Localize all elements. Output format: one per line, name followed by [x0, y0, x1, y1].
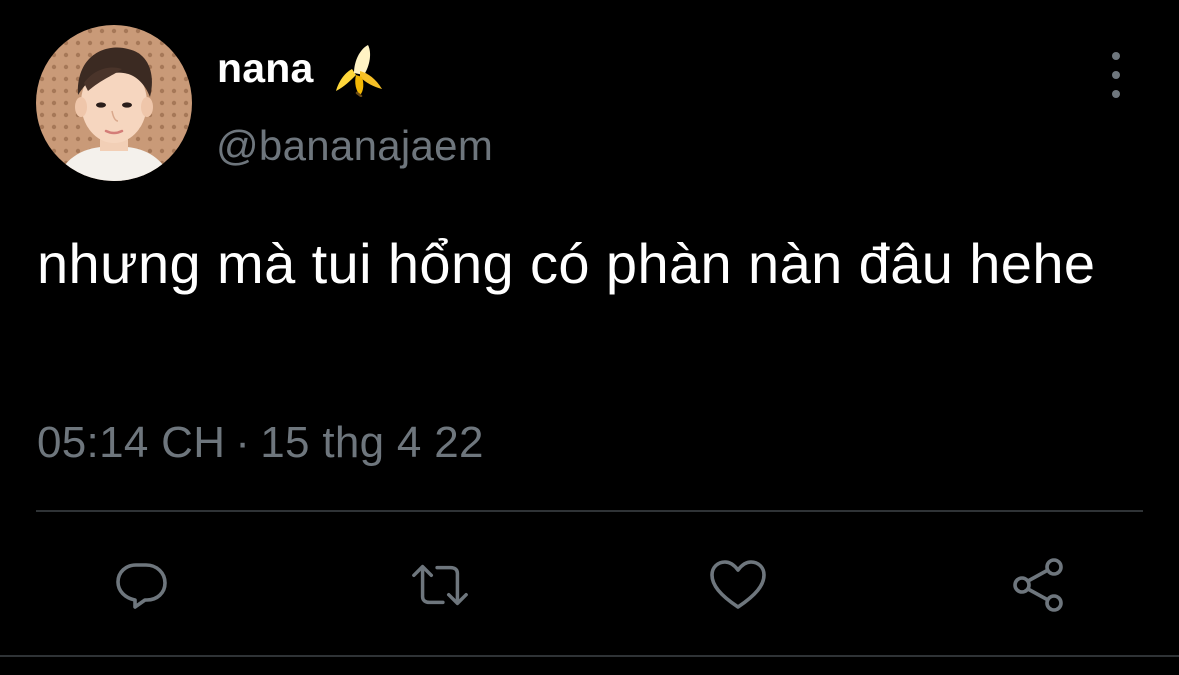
- more-dot: [1112, 71, 1120, 79]
- like-icon: [710, 560, 766, 609]
- tweet-text: nhưng mà tui hổng có phàn nàn đâu hehe: [37, 232, 1096, 295]
- reply-icon: [116, 563, 167, 609]
- retweet-icon: [412, 564, 468, 606]
- more-dot: [1112, 90, 1120, 98]
- more-dot: [1112, 52, 1120, 60]
- tweet-time: 05:14 CH: [37, 418, 226, 467]
- retweet-button[interactable]: [410, 555, 470, 615]
- display-name[interactable]: nana: [217, 45, 314, 92]
- reply-button[interactable]: [111, 555, 171, 615]
- avatar-image: [36, 25, 192, 181]
- more-vertical-icon[interactable]: [1096, 52, 1136, 98]
- tweet-card: nana @bananajaem nhưng mà tui hổng có ph…: [0, 0, 1179, 675]
- avatar[interactable]: [36, 25, 192, 181]
- timestamp-separator: ·: [235, 418, 251, 467]
- bottom-divider: [0, 655, 1179, 657]
- tweet-date: 15 thg 4 22: [260, 418, 484, 467]
- divider: [36, 510, 1143, 512]
- tweet-timestamp[interactable]: 05:14 CH · 15 thg 4 22: [37, 418, 484, 468]
- share-icon: [1013, 558, 1063, 612]
- author-name-row[interactable]: nana: [217, 39, 388, 98]
- share-button[interactable]: [1008, 555, 1068, 615]
- author-handle[interactable]: @bananajaem: [216, 122, 493, 170]
- like-button[interactable]: [708, 555, 768, 615]
- banana-emoji-icon: [330, 39, 388, 98]
